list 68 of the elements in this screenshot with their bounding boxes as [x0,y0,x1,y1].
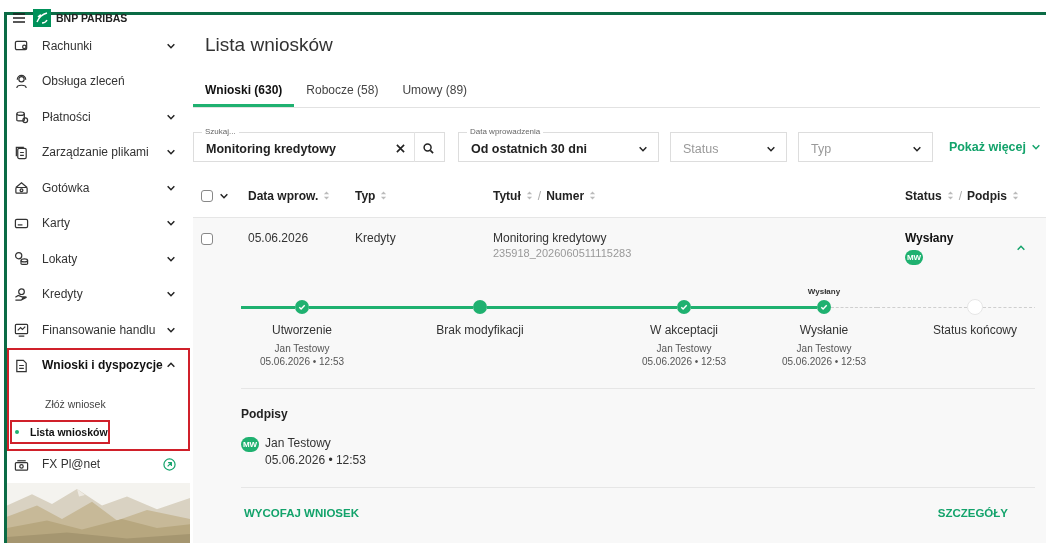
step-person: Jan Testowy [796,342,852,355]
table-cell: 235918_2026060511115283 [493,247,632,259]
step-date: 05.06.2026 • 12:53 [259,355,345,368]
column-header[interactable]: Status [905,188,942,203]
checkbox[interactable] [201,233,213,245]
sidebar-item[interactable]: Finansowanie handlu [9,314,188,346]
column-separator: / [958,188,963,203]
sidebar-item[interactable]: Płatności [9,101,188,133]
initials-avatar: MW [905,250,923,265]
clear-icon [396,144,405,153]
chevron-down-icon [1031,142,1041,152]
progress-line [241,305,295,309]
sidebar-item[interactable]: Kredyty [9,278,188,310]
person-icon [14,73,29,89]
logo-text: BNP PARIBAS [56,11,128,24]
step-label: Status końcowy [932,323,1017,337]
search-icon [423,143,434,154]
tab[interactable]: Umowy (89) [390,77,480,107]
sidebar-item[interactable]: FX Pl@net [9,453,188,475]
column-header[interactable]: Data wprow. [248,188,319,203]
checkbox[interactable] [201,189,213,202]
table-cell: Monitoring kredytowy [493,231,607,245]
documents-icon [14,144,29,160]
column-header[interactable]: Typ [355,188,376,203]
sidebar-item[interactable]: Gotówka [9,172,188,204]
page-title: Lista wniosków [205,33,334,57]
signature-date: 05.06.2026 • 12:53 [265,453,366,467]
step-person: Jan Testowy [656,342,712,355]
step-date: 05.06.2026 • 12:53 [641,355,727,368]
sidebar-item[interactable]: Obsługa zleceń [9,65,188,97]
initials-avatar: MW [241,437,259,452]
step-label: Utworzenie [272,323,332,337]
field-label: Szukaj... [202,127,239,136]
step-date: 05.06.2026 • 12:53 [781,355,867,368]
signer-name: Jan Testowy [265,436,332,450]
status-text: Wysłany [905,231,954,245]
step-label: Brak modyfikacji [436,323,524,337]
step-label: W akceptacji [650,323,718,337]
table-cell: 05.06.2026 [248,231,309,245]
field-label: Data wprowadzenia [467,127,544,136]
hand-coin-icon [14,286,29,302]
column-separator: / [537,188,542,203]
step-label: Wysłanie [799,323,849,337]
sidebar-item[interactable]: Wnioski i dyspozycje [9,349,188,381]
column-header[interactable]: Tytuł [493,188,521,203]
step-person: Jan Testowy [274,342,330,355]
step-status-label: Wysłany [807,287,841,298]
document-icon [14,357,29,373]
submenu-item[interactable]: Lista wniosków [10,420,110,444]
tab[interactable]: Wnioski (630) [193,77,295,107]
column-header[interactable]: Podpis [967,188,1008,203]
coins-icon [14,109,29,125]
column-header[interactable]: Numer [546,188,585,203]
external-link-icon [163,457,176,471]
menu-icon [13,12,25,23]
sidebar-item[interactable]: Karty [9,207,188,239]
section-title: Podpisy [241,407,289,421]
sidebar-item[interactable]: Lokaty [9,243,188,275]
coins-icon [14,251,29,267]
table-cell: Kredyty [355,231,396,245]
submenu-item[interactable]: Złóż wniosek [10,392,125,416]
sidebar-item[interactable]: Zarządzanie plikami [9,136,188,168]
table-row[interactable] [193,218,1046,543]
sidebar-item[interactable]: Rachunki [9,30,188,62]
progress-line [983,306,1035,308]
tab[interactable]: Robocze (58) [294,77,391,107]
chart-icon [14,322,29,338]
banknote-icon [14,180,29,196]
